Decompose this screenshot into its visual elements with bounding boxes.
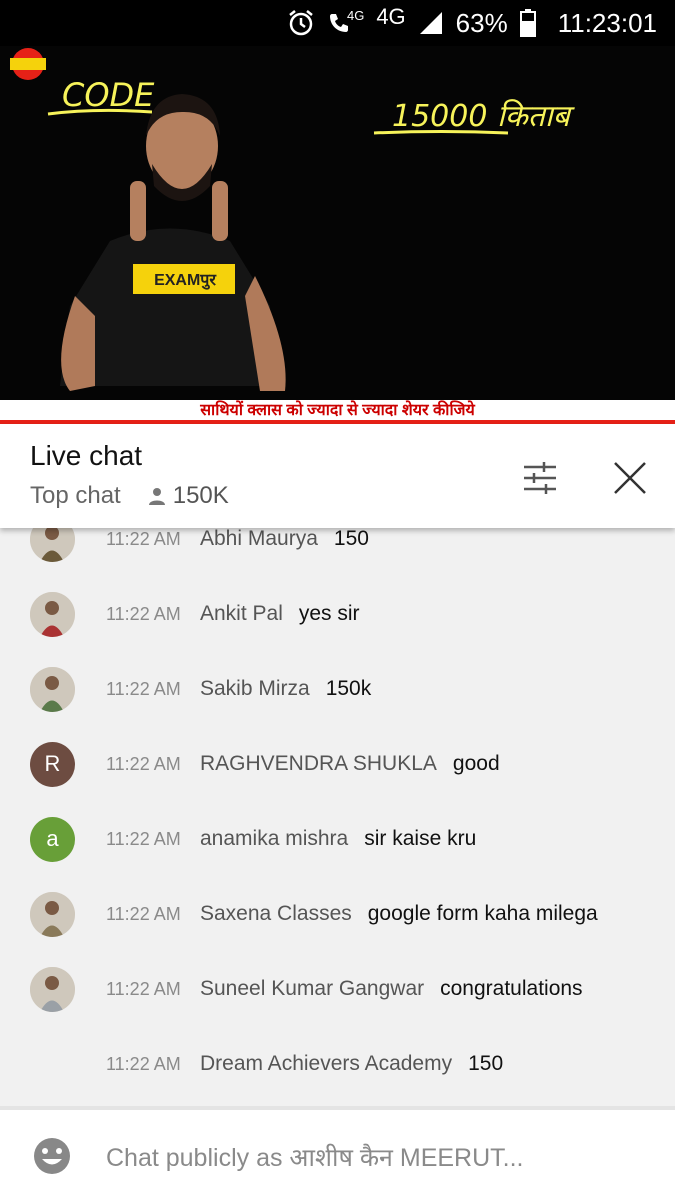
chat-message[interactable]: 11:22 AM Abhi Maurya 150 (0, 528, 675, 564)
message-time: 11:22 AM (106, 903, 181, 924)
message-body: sir kaise kru (364, 827, 477, 850)
message-text: Suneel Kumar Gangwar congratulations (200, 977, 583, 1001)
message-author[interactable]: Suneel Kumar Gangwar (200, 977, 424, 1000)
message-author[interactable]: anamika mishra (200, 827, 348, 850)
video-ticker: साथियों क्लास को ज्यादा से ज्यादा शेयर क… (0, 400, 675, 420)
message-text: Sakib Mirza 150k (200, 677, 371, 701)
person-icon (148, 488, 165, 505)
chat-input-bar: Chat publicly as आशीष कैन MEERUT... (0, 1110, 675, 1200)
status-bar: 4G 4G 63% 11:23:01 (0, 0, 675, 46)
message-time: 11:22 AM (106, 828, 181, 849)
avatar[interactable] (30, 966, 75, 1012)
message-author[interactable]: Abhi Maurya (200, 528, 318, 550)
message-body: 150 (468, 1052, 504, 1075)
chat-list[interactable]: 11:22 AM Abhi Maurya 150 11:22 AM Ankit Pal y… (0, 528, 675, 1106)
message-time: 11:22 AM (106, 1053, 181, 1074)
chat-message[interactable]: 11:22 AM Sakib Mirza 150k (0, 664, 675, 714)
message-body: congratulations (440, 977, 583, 1000)
chat-title: Live chat (30, 440, 143, 471)
message-author[interactable]: Dream Achievers Academy (200, 1052, 452, 1075)
message-text: Abhi Maurya 150 (200, 528, 369, 551)
chat-message[interactable]: a 11:22 AM anamika mishra sir kaise kru (0, 814, 675, 864)
avatar[interactable] (30, 591, 75, 637)
close-button[interactable] (606, 454, 654, 502)
chat-subheader: Top chat 150K (30, 482, 229, 510)
chat-message[interactable]: 11:22 AM Suneel Kumar Gangwar congratulati… (0, 964, 675, 1014)
chat-message[interactable]: 11:22 AM Dream Achievers Academy 150 (0, 1039, 675, 1089)
message-author[interactable]: Saxena Classes (200, 902, 352, 925)
message-author[interactable]: Ankit Pal (200, 602, 283, 625)
board-underline-left (47, 108, 153, 116)
message-body: 150 (333, 528, 369, 550)
chat-header: Live chat Top chat 150K (0, 424, 675, 528)
avatar[interactable] (30, 666, 75, 712)
message-author[interactable]: RAGHVENDRA SHUKLA (200, 752, 437, 775)
avatar[interactable]: R (30, 741, 75, 787)
signal-icon (418, 10, 444, 36)
alarm-icon (287, 9, 315, 37)
viewer-count-label: 150K (172, 482, 229, 509)
chat-input[interactable]: Chat publicly as आशीष कैन MEERUT... (106, 1140, 524, 1174)
message-time: 11:22 AM (106, 603, 181, 624)
message-text: Dream Achievers Academy 150 (200, 1052, 503, 1076)
message-text: anamika mishra sir kaise kru (200, 827, 476, 851)
message-text: Ankit Pal yes sir (200, 602, 360, 626)
message-text: Saxena Classes google form kaha milega (200, 902, 598, 926)
message-body: google form kaha milega (367, 902, 598, 925)
message-time: 11:22 AM (106, 528, 181, 549)
chat-message[interactable]: 11:22 AM Ankit Pal yes sir (0, 589, 675, 639)
message-body: 150k (325, 677, 372, 700)
chat-mode-selector[interactable]: Top chat (30, 482, 121, 510)
chat-message[interactable]: R 11:22 AM RAGHVENDRA SHUKLA good (0, 739, 675, 789)
video-player[interactable]: CODE 15000 किताब EXAMपुर साथियों क्लास क… (0, 46, 675, 424)
viewer-count: 150K (147, 482, 229, 510)
battery-percent: 63% (455, 7, 508, 38)
call-icon: 4G (327, 7, 365, 35)
filter-button[interactable] (516, 454, 564, 502)
close-icon (614, 462, 646, 494)
avatar[interactable] (30, 891, 75, 937)
network-small-label: 4G (346, 7, 365, 23)
clock: 11:23:01 (557, 7, 657, 38)
message-time: 11:22 AM (106, 678, 181, 699)
message-text: RAGHVENDRA SHUKLA good (200, 752, 500, 776)
network-label: 4G (376, 4, 406, 29)
shirt-logo: EXAMपुर (154, 272, 216, 289)
board-underline-right (373, 130, 509, 135)
message-body: good (452, 752, 500, 775)
avatar[interactable]: a (30, 816, 75, 862)
message-time: 11:22 AM (106, 978, 181, 999)
message-author[interactable]: Sakib Mirza (200, 677, 310, 700)
avatar[interactable] (30, 528, 75, 562)
battery-icon (519, 9, 536, 37)
sliders-icon (524, 462, 556, 494)
message-time: 11:22 AM (106, 753, 181, 774)
chat-message[interactable]: 11:22 AM Saxena Classes google form kaha m… (0, 889, 675, 939)
emoji-icon[interactable] (32, 1136, 72, 1176)
message-body: yes sir (298, 602, 360, 625)
